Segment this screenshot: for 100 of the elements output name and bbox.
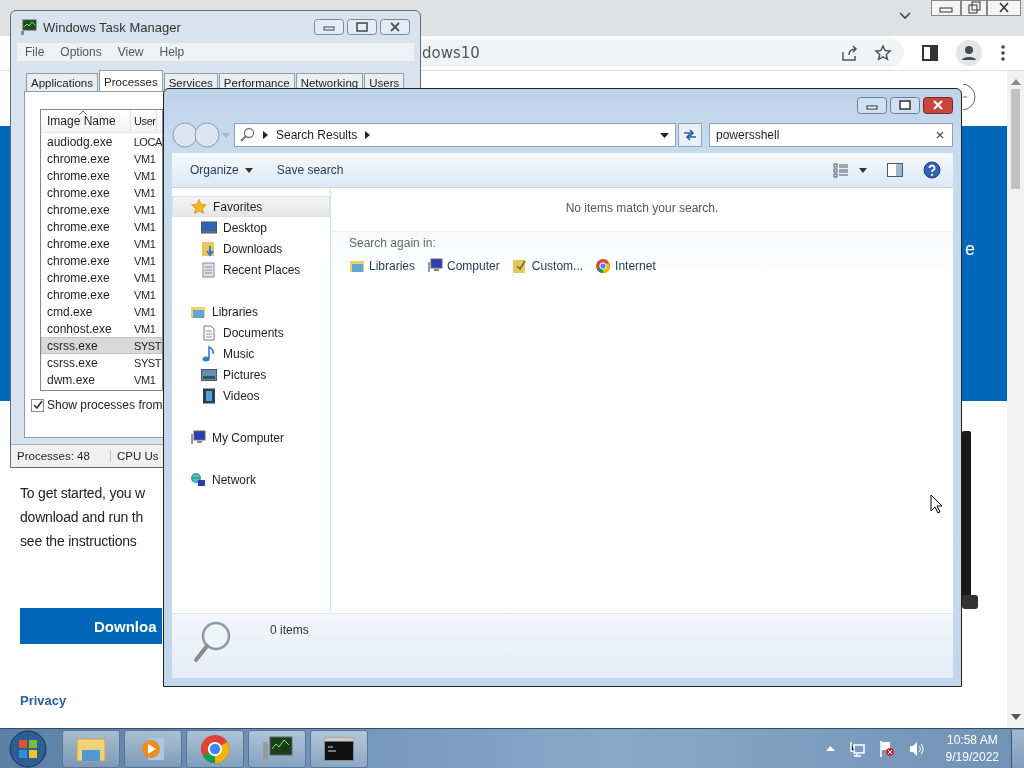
table-cell-text: chrome.exe	[46, 185, 111, 200]
side-panel-icon[interactable]	[922, 45, 938, 61]
minimize-icon[interactable]	[931, 0, 961, 16]
privacy-link[interactable]: Privacy	[20, 693, 67, 708]
nav-item[interactable]: Documents	[172, 322, 330, 343]
process-row[interactable]: audiodg.exe LOCA	[41, 133, 162, 150]
taskbar-button[interactable]	[248, 729, 306, 768]
process-row[interactable]: cmd.exe VM1	[41, 303, 162, 320]
table-cell-text: chrome.exe	[46, 236, 111, 251]
profile-icon[interactable]	[956, 40, 982, 66]
close-icon[interactable]	[380, 19, 410, 35]
process-row[interactable]: chrome.exe VM1	[41, 201, 162, 218]
process-row[interactable]: csrss.exe SYST	[41, 354, 162, 371]
nav-item[interactable]: Pictures	[172, 364, 330, 385]
breadcrumb-arrow-icon	[263, 131, 268, 139]
table-cell-text: chrome.exe	[46, 219, 111, 234]
more-icon[interactable]	[1000, 44, 1006, 62]
scroll-up-icon[interactable]	[1010, 79, 1021, 85]
column-header[interactable]: User	[131, 110, 157, 132]
menu-item[interactable]: View	[117, 45, 144, 59]
nav-item[interactable]: Videos	[172, 385, 330, 406]
tab[interactable]: Applications	[26, 73, 98, 91]
process-row[interactable]: conhost.exe VM1	[41, 320, 162, 337]
process-row[interactable]: chrome.exe VM1	[41, 167, 162, 184]
process-row[interactable]: chrome.exe VM1	[41, 235, 162, 252]
table-cell-text: VM1	[133, 220, 156, 233]
speaker-icon[interactable]	[908, 740, 925, 757]
menu-item[interactable]: File	[25, 45, 45, 59]
nav-item[interactable]: Music	[172, 343, 330, 364]
address-bar[interactable]: Search Results	[234, 123, 676, 147]
restore-icon[interactable]	[961, 0, 987, 16]
table-cell-text: audiodg.exe	[46, 134, 114, 149]
nav-item[interactable]: Libraries	[172, 301, 330, 322]
close-icon[interactable]	[923, 97, 953, 114]
chevron-down-icon[interactable]	[899, 12, 911, 20]
checkbox[interactable]	[31, 398, 44, 412]
search-location-link[interactable]: Libraries	[349, 258, 416, 274]
process-row[interactable]: chrome.exe VM1	[41, 252, 162, 269]
preview-pane-icon[interactable]	[887, 163, 903, 177]
search-again-label: Search again in:	[349, 236, 437, 250]
process-row[interactable]: dwm.exe VM1	[41, 371, 162, 388]
organize-button[interactable]: Organize	[178, 159, 265, 181]
view-list-icon[interactable]	[833, 162, 849, 178]
column-header[interactable]: Image Name	[41, 110, 131, 132]
tab[interactable]: Services	[163, 73, 218, 91]
dropdown-arrow-icon[interactable]	[660, 132, 669, 138]
nav-item[interactable]: My Computer	[172, 427, 330, 448]
table-cell-text: VM1	[133, 322, 156, 335]
table-cell-text: chrome.exe	[46, 270, 111, 285]
table-cell-text: LOCA	[132, 135, 162, 148]
dropdown-arrow-icon[interactable]	[859, 167, 867, 173]
breadcrumb-item[interactable]: Search Results	[276, 128, 358, 142]
tab[interactable]: Processes	[99, 70, 163, 92]
help-icon[interactable]	[923, 161, 941, 179]
table-cell-text: VM1	[133, 271, 156, 284]
nav-item[interactable]: Downloads	[172, 238, 330, 259]
share-icon[interactable]	[840, 44, 858, 62]
menu-item[interactable]: Help	[159, 45, 185, 59]
menu-item[interactable]: Options	[60, 45, 102, 59]
maximize-icon[interactable]	[347, 19, 377, 35]
download-button[interactable]: Downloa	[20, 608, 162, 644]
address-bar[interactable]: dows10	[421, 39, 904, 67]
nav-item[interactable]: Favorites	[172, 196, 330, 217]
refresh-button[interactable]	[678, 123, 702, 147]
nav-item[interactable]: Recent Places	[172, 259, 330, 280]
close-icon[interactable]	[987, 0, 1021, 16]
process-row[interactable]: chrome.exe VM1	[41, 269, 162, 286]
taskbar-button[interactable]	[310, 729, 368, 768]
process-row[interactable]: chrome.exe VM1	[41, 286, 162, 303]
save-search-button[interactable]: Save search	[264, 159, 356, 181]
maximize-icon[interactable]	[890, 97, 920, 114]
star-icon[interactable]	[874, 44, 892, 62]
nav-item[interactable]: Desktop	[172, 217, 330, 238]
search-location-link[interactable]: Custom...	[511, 258, 584, 274]
item-count: 0 items	[270, 623, 309, 637]
search-location-link[interactable]: Computer	[427, 258, 500, 274]
minimize-icon[interactable]	[857, 97, 887, 114]
nav-item[interactable]: Network	[172, 469, 330, 490]
flag-icon[interactable]	[878, 739, 895, 758]
scrollbar[interactable]	[1007, 71, 1024, 728]
table-cell-text: VM1	[133, 254, 156, 267]
scroll-thumb[interactable]	[1011, 89, 1020, 189]
start-button[interactable]	[9, 729, 47, 768]
show-desktop-button[interactable]	[1011, 729, 1024, 768]
network-icon[interactable]	[848, 740, 865, 757]
empty-message: No items match your search.	[564, 200, 720, 217]
process-row[interactable]: chrome.exe VM1	[41, 218, 162, 235]
checkbox-label: Show processes from	[47, 398, 163, 412]
search-field[interactable]: powersshell	[709, 123, 953, 147]
process-row[interactable]: chrome.exe VM1	[41, 184, 162, 201]
search-location-link[interactable]: Internet	[595, 258, 656, 274]
table-cell-text: SYST	[133, 356, 162, 369]
scroll-down-icon[interactable]	[1010, 714, 1021, 720]
process-row[interactable]: csrss.exe SYST	[41, 337, 162, 354]
show-hidden-icons[interactable]	[825, 746, 835, 751]
process-row[interactable]: chrome.exe VM1	[41, 150, 162, 167]
clear-icon[interactable]	[936, 131, 944, 139]
magnifier-icon	[192, 620, 232, 664]
computer-icon	[190, 429, 206, 446]
minimize-icon[interactable]	[314, 19, 344, 35]
